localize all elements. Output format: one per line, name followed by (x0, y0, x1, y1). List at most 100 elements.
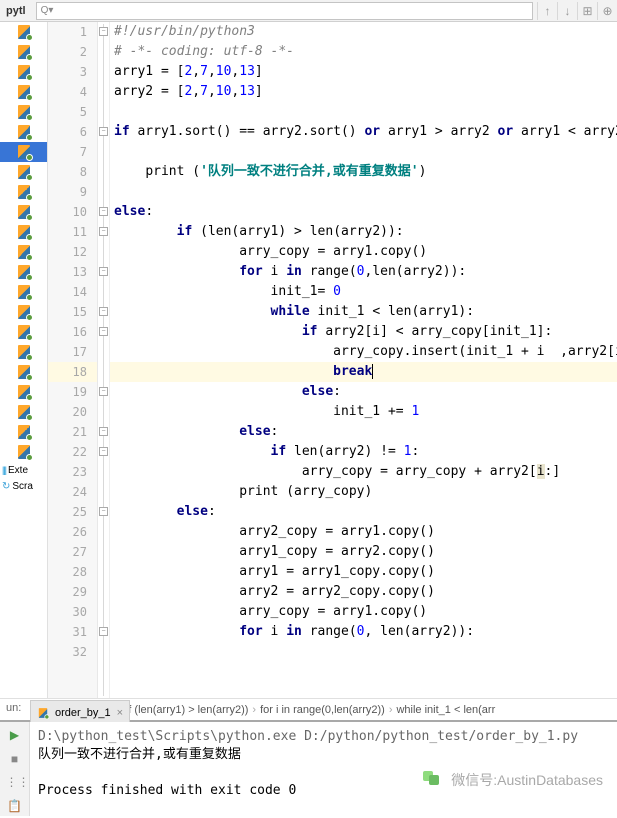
code-line[interactable]: init_1= 0 (110, 282, 617, 302)
code-line[interactable]: arry_copy = arry_copy + arry2[i:] (110, 462, 617, 482)
stop-button[interactable]: ■ (6, 752, 24, 770)
project-file-item[interactable] (0, 122, 47, 142)
run-more-button[interactable]: 📋 (6, 799, 24, 817)
line-number[interactable]: 17 (48, 342, 97, 362)
project-file-item[interactable] (0, 222, 47, 242)
line-number[interactable]: 1 (48, 22, 97, 42)
fold-toggle[interactable]: − (99, 387, 108, 396)
line-number[interactable]: 25 (48, 502, 97, 522)
project-file-item[interactable] (0, 422, 47, 442)
fold-toggle[interactable]: − (99, 427, 108, 436)
project-file-item[interactable] (0, 442, 47, 462)
fold-toggle[interactable]: − (99, 327, 108, 336)
fold-column[interactable]: −−−−−−−−−−−− (98, 22, 110, 698)
line-number[interactable]: 6 (48, 122, 97, 142)
line-number[interactable]: 12 (48, 242, 97, 262)
external-libraries[interactable]: Exte (0, 462, 47, 478)
line-number[interactable]: 13 (48, 262, 97, 282)
fold-toggle[interactable]: − (99, 267, 108, 276)
line-number[interactable]: 21 (48, 422, 97, 442)
project-file-item[interactable] (0, 382, 47, 402)
fold-toggle[interactable]: − (99, 227, 108, 236)
close-icon[interactable]: × (117, 707, 123, 719)
line-number[interactable]: 30 (48, 602, 97, 622)
breadcrumb-item[interactable]: for i in range(0,len(arry2)) (256, 704, 389, 716)
code-line[interactable]: print ('队列一致不进行合并,或有重复数据') (110, 162, 617, 182)
console-output[interactable]: D:\python_test\Scripts\python.exe D:/pyt… (30, 722, 617, 816)
line-number[interactable]: 24 (48, 482, 97, 502)
fold-toggle[interactable]: − (99, 447, 108, 456)
project-tab[interactable]: pytl (0, 5, 32, 17)
code-line[interactable]: # -*- coding: utf-8 -*- (110, 42, 617, 62)
code-line[interactable]: else: (110, 502, 617, 522)
line-number[interactable]: 3 (48, 62, 97, 82)
code-editor[interactable]: #!/usr/bin/python3# -*- coding: utf-8 -*… (110, 22, 617, 698)
run-tab[interactable]: order_by_1 × (30, 700, 130, 722)
code-line[interactable]: else: (110, 382, 617, 402)
project-file-item[interactable] (0, 82, 47, 102)
project-tool-window[interactable]: ExteScra (0, 22, 48, 698)
project-file-item[interactable] (0, 42, 47, 62)
code-line[interactable]: if arry1.sort() == arry2.sort() or arry1… (110, 122, 617, 142)
code-line[interactable]: while init_1 < len(arry1): (110, 302, 617, 322)
line-number[interactable]: 4 (48, 82, 97, 102)
code-line[interactable]: arry2 = [2,7,10,13] (110, 82, 617, 102)
line-number[interactable]: 7 (48, 142, 97, 162)
nav-down-button[interactable]: ↓ (557, 2, 577, 20)
line-number[interactable]: 11 (48, 222, 97, 242)
line-number[interactable]: 28 (48, 562, 97, 582)
project-file-item[interactable] (0, 402, 47, 422)
code-line[interactable]: for i in range(0, len(arry2)): (110, 622, 617, 642)
code-line[interactable] (110, 142, 617, 162)
line-number[interactable]: 16 (48, 322, 97, 342)
project-file-item[interactable] (0, 202, 47, 222)
fold-toggle[interactable]: − (99, 307, 108, 316)
project-file-item[interactable] (0, 282, 47, 302)
code-line[interactable]: #!/usr/bin/python3 (110, 22, 617, 42)
fold-toggle[interactable]: − (99, 127, 108, 136)
fold-toggle[interactable]: − (99, 627, 108, 636)
line-number[interactable]: 18 (48, 362, 97, 382)
project-file-item[interactable] (0, 102, 47, 122)
project-file-item[interactable] (0, 302, 47, 322)
project-file-item[interactable] (0, 342, 47, 362)
line-number[interactable]: 29 (48, 582, 97, 602)
fold-toggle[interactable]: − (99, 207, 108, 216)
line-number[interactable]: 27 (48, 542, 97, 562)
code-line[interactable] (110, 102, 617, 122)
line-number[interactable]: 14 (48, 282, 97, 302)
project-file-item[interactable] (0, 322, 47, 342)
code-line[interactable] (110, 642, 617, 662)
line-number[interactable]: 23 (48, 462, 97, 482)
code-line[interactable]: arry1 = [2,7,10,13] (110, 62, 617, 82)
search-field[interactable]: Q▾ (36, 2, 533, 20)
line-number[interactable]: 19 (48, 382, 97, 402)
code-line[interactable]: else: (110, 422, 617, 442)
code-line[interactable]: arry_copy.insert(init_1 + i ,arry2[i]) (110, 342, 617, 362)
code-line[interactable]: for i in range(0,len(arry2)): (110, 262, 617, 282)
code-line[interactable]: arry2 = arry2_copy.copy() (110, 582, 617, 602)
breadcrumb-item[interactable]: if (len(arry1) > len(arry2)) (122, 704, 253, 716)
code-line[interactable]: print (arry_copy) (110, 482, 617, 502)
code-line[interactable]: if len(arry2) != 1: (110, 442, 617, 462)
code-line[interactable] (110, 182, 617, 202)
code-line[interactable]: arry_copy = arry1.copy() (110, 602, 617, 622)
code-line[interactable]: else: (110, 202, 617, 222)
code-line[interactable]: arry1 = arry1_copy.copy() (110, 562, 617, 582)
scratches[interactable]: Scra (0, 478, 47, 494)
line-number[interactable]: 5 (48, 102, 97, 122)
toolbar-button-3[interactable]: ⊞ (577, 2, 597, 20)
line-number[interactable]: 31 (48, 622, 97, 642)
project-file-item[interactable] (0, 182, 47, 202)
line-number[interactable]: 26 (48, 522, 97, 542)
code-line[interactable]: arry2_copy = arry1.copy() (110, 522, 617, 542)
line-number[interactable]: 20 (48, 402, 97, 422)
project-file-item[interactable] (0, 142, 47, 162)
code-line[interactable]: if arry2[i] < arry_copy[init_1]: (110, 322, 617, 342)
code-line[interactable]: init_1 += 1 (110, 402, 617, 422)
project-file-item[interactable] (0, 162, 47, 182)
project-file-item[interactable] (0, 22, 47, 42)
run-options-button[interactable]: ⋮⋮ (6, 775, 24, 793)
fold-toggle[interactable]: − (99, 507, 108, 516)
rerun-button[interactable]: ▶ (6, 728, 24, 746)
